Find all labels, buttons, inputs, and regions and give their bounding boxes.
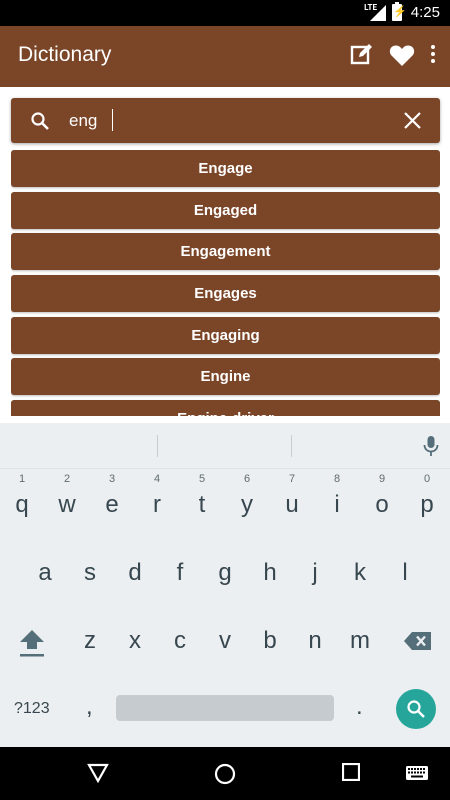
result-item[interactable]: Engage [11, 150, 440, 187]
key-w[interactable]: 2w [45, 473, 89, 519]
key-f[interactable]: f [158, 559, 202, 587]
edit-icon[interactable] [350, 42, 374, 70]
key-h[interactable]: h [248, 559, 292, 587]
key-m[interactable]: m [338, 627, 382, 655]
divider [291, 435, 292, 457]
divider [157, 435, 158, 457]
result-item[interactable]: Engages [11, 275, 440, 313]
shift-icon[interactable] [18, 628, 46, 662]
key-j[interactable]: j [293, 559, 337, 587]
search-bar [11, 98, 440, 143]
key-i[interactable]: 8i [315, 473, 359, 519]
space-bar[interactable] [116, 695, 334, 721]
key-t[interactable]: 5t [180, 473, 224, 519]
key-u[interactable]: 7u [270, 473, 314, 519]
result-item[interactable]: Engine [11, 358, 440, 396]
close-icon[interactable] [404, 112, 421, 133]
key-g[interactable]: g [203, 559, 247, 587]
keyboard-search-button[interactable] [396, 689, 436, 729]
key-l[interactable]: l [383, 559, 427, 587]
key-q[interactable]: 1q [0, 473, 44, 519]
key-s[interactable]: s [68, 559, 112, 587]
soft-keyboard: 1q 2w 3e 4r 5t 6y 7u 8i 9o 0p a s d f g … [0, 423, 450, 747]
comma-key[interactable]: , [86, 693, 93, 721]
symbols-key[interactable]: ?123 [14, 700, 50, 718]
battery-icon: ⚡ [392, 2, 407, 21]
text-cursor [112, 109, 113, 131]
navigation-bar [0, 747, 450, 800]
key-r[interactable]: 4r [135, 473, 179, 519]
app-bar: Dictionary [0, 26, 450, 87]
status-bar: LTE ⚡ 4:25 [0, 0, 450, 26]
home-icon[interactable] [214, 763, 236, 789]
period-key[interactable]: . [356, 693, 363, 721]
result-item[interactable]: Engagement [11, 233, 440, 271]
search-icon [30, 111, 50, 135]
back-icon[interactable] [87, 763, 109, 787]
search-input[interactable] [69, 108, 369, 134]
key-x[interactable]: x [113, 627, 157, 655]
key-d[interactable]: d [113, 559, 157, 587]
signal-icon [370, 5, 386, 21]
keyboard-switch-icon[interactable] [405, 765, 429, 787]
recents-icon[interactable] [341, 762, 361, 785]
key-e[interactable]: 3e [90, 473, 134, 519]
key-c[interactable]: c [158, 627, 202, 655]
key-b[interactable]: b [248, 627, 292, 655]
clock: 4:25 [410, 4, 440, 21]
key-y[interactable]: 6y [225, 473, 269, 519]
key-o[interactable]: 9o [360, 473, 404, 519]
key-z[interactable]: z [68, 627, 112, 655]
mic-icon[interactable] [423, 435, 439, 461]
app-title: Dictionary [18, 43, 112, 66]
results-list: Engage Engaged Engagement Engages Engagi… [11, 150, 440, 416]
key-a[interactable]: a [23, 559, 67, 587]
key-p[interactable]: 0p [405, 473, 449, 519]
suggestion-strip [0, 423, 450, 469]
result-item[interactable]: Engaging [11, 316, 440, 354]
key-k[interactable]: k [338, 559, 382, 587]
key-n[interactable]: n [293, 627, 337, 655]
more-vert-icon[interactable] [431, 45, 436, 66]
key-v[interactable]: v [203, 627, 247, 655]
backspace-icon[interactable] [403, 631, 433, 655]
result-item[interactable]: Engaged [11, 191, 440, 229]
result-item[interactable]: Engine-driver [11, 400, 440, 416]
heart-icon[interactable] [389, 43, 415, 71]
